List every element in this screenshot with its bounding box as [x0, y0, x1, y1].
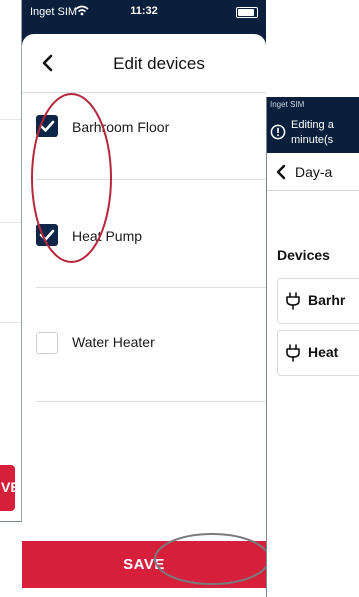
annotation-oval-red — [31, 93, 112, 263]
status-bar: Inget SIM — [267, 97, 359, 113]
divider — [0, 222, 22, 223]
editing-banner: Editing a minute(s — [267, 113, 359, 153]
checkbox-unchecked[interactable] — [36, 332, 58, 354]
info-icon — [270, 124, 286, 140]
page-title: Edit devices — [113, 54, 205, 73]
annotation-oval-grey — [154, 533, 266, 585]
carrier-label: Inget SIM — [270, 100, 305, 109]
device-card-name: Heat — [308, 344, 339, 360]
device-card[interactable]: Heat — [277, 330, 359, 376]
back-chevron-icon[interactable] — [36, 48, 60, 78]
carrier-label: Inget SIM — [30, 6, 78, 18]
status-bar: Inget SIM 11:32 — [22, 0, 266, 26]
device-card-name: Barhr — [308, 292, 346, 308]
device-label: Water Heater — [72, 334, 155, 350]
banner-text-line2: minute(s — [291, 134, 334, 146]
battery-icon — [236, 7, 258, 18]
home-indicator-area — [22, 588, 266, 597]
plug-icon — [286, 344, 300, 362]
device-row-water-heater[interactable]: Water Heater — [22, 294, 266, 402]
sheet-header: Edit devices — [22, 34, 266, 93]
devices-heading: Devices — [277, 247, 330, 263]
day-ahead-screen: Inget SIM Editing a minute(s Day-a Devic… — [266, 97, 359, 597]
background-save-button[interactable]: VE — [0, 465, 20, 511]
divider — [0, 119, 22, 120]
back-chevron-icon[interactable] — [275, 163, 287, 181]
row-divider — [36, 287, 266, 288]
banner-text-line1: Editing a — [291, 119, 334, 131]
edit-devices-screen: Inget SIM 11:32 Edit devices Barhroom Fl… — [22, 0, 266, 597]
background-save-label: VE — [1, 479, 20, 495]
status-time: 11:32 — [130, 5, 158, 17]
row-divider — [36, 401, 266, 402]
divider — [0, 322, 22, 323]
frame-edge — [0, 521, 22, 522]
device-card[interactable]: Barhr — [277, 278, 359, 324]
plug-icon — [286, 292, 300, 310]
nav-bar: Day-a — [267, 153, 359, 191]
nav-title: Day-a — [295, 164, 333, 180]
wifi-icon — [75, 5, 89, 16]
